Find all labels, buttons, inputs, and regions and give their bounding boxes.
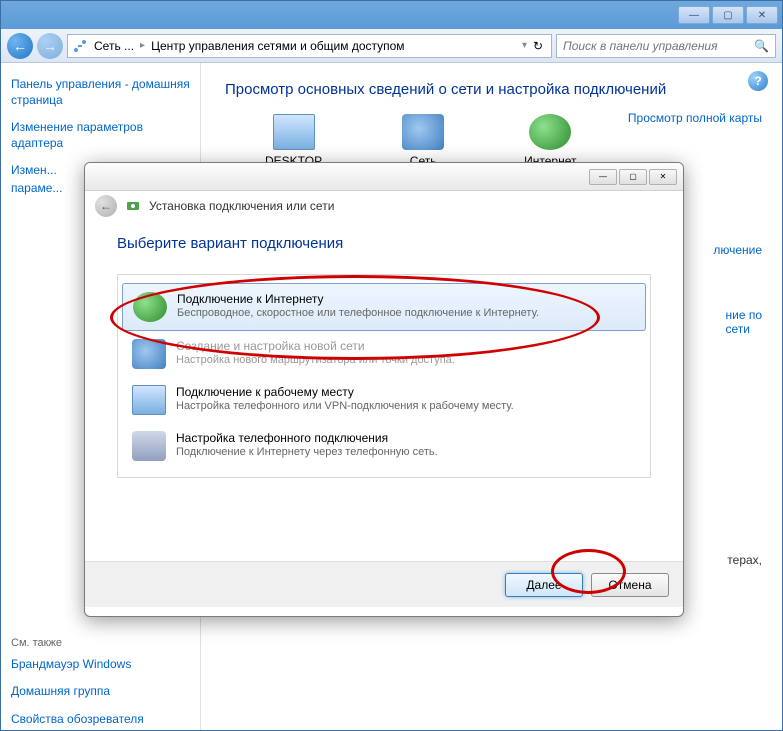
wizard-icon — [125, 198, 141, 214]
navigation-bar: ← → Сеть ... ▸ Центр управления сетями и… — [1, 29, 782, 63]
close-button[interactable]: ✕ — [746, 6, 778, 24]
dialog-maximize-button[interactable]: ▢ — [619, 169, 647, 185]
dropdown-icon[interactable]: ▾ — [522, 40, 527, 51]
wizard-header: ← Установка подключения или сети — [85, 191, 683, 221]
option-setup-network[interactable]: Создание и настройка новой сети Настройк… — [122, 331, 646, 377]
option-dialup[interactable]: Настройка телефонного подключения Подклю… — [122, 423, 646, 469]
minimize-button[interactable]: — — [678, 6, 710, 24]
option-title: Настройка телефонного подключения — [176, 431, 438, 445]
page-heading: Просмотр основных сведений о сети и наст… — [225, 81, 758, 98]
wizard-footer: Далее Отмена — [85, 561, 683, 607]
dialog-minimize-button[interactable]: — — [589, 169, 617, 185]
partial-text: лючение — [713, 243, 762, 257]
breadcrumb-item[interactable]: Сеть ... — [90, 37, 138, 55]
dialog-close-button[interactable]: ✕ — [649, 169, 677, 185]
wizard-body: Выберите вариант подключения Подключение… — [85, 221, 683, 561]
nav-forward-button[interactable]: → — [37, 33, 63, 59]
chevron-right-icon: ▸ — [140, 40, 145, 51]
help-icon[interactable]: ? — [748, 71, 768, 91]
refresh-icon[interactable]: ↻ — [529, 37, 547, 55]
monitor-icon — [273, 114, 315, 150]
wizard-title: Установка подключения или сети — [149, 199, 334, 213]
option-title: Подключение к Интернету — [177, 292, 539, 306]
network-node-internet[interactable]: Интернет — [524, 114, 576, 168]
router-icon — [132, 339, 166, 369]
option-title: Создание и настройка новой сети — [176, 339, 455, 353]
wizard-heading: Выберите вариант подключения — [117, 235, 651, 252]
options-list: Подключение к Интернету Беспроводное, ск… — [117, 274, 651, 478]
breadcrumb-item[interactable]: Центр управления сетями и общим доступом — [147, 37, 409, 55]
globe-icon — [133, 292, 167, 322]
sidebar-link-adapter[interactable]: Изменение параметров адаптера — [11, 120, 190, 151]
sidebar-link-home[interactable]: Панель управления - домашняя страница — [11, 77, 190, 108]
phone-icon — [132, 431, 166, 461]
network-icon — [402, 114, 444, 150]
connection-wizard-dialog: — ▢ ✕ ← Установка подключения или сети В… — [84, 162, 684, 617]
option-description: Настройка нового маршрутизатора или точк… — [176, 354, 455, 366]
option-connect-workplace[interactable]: Подключение к рабочему месту Настройка т… — [122, 377, 646, 423]
sidebar-link-browser-props[interactable]: Свойства обозревателя — [11, 712, 190, 728]
option-description: Настройка телефонного или VPN-подключени… — [176, 400, 514, 412]
network-node-desktop[interactable]: DESKTOP — [265, 114, 322, 168]
view-full-map-link[interactable]: Просмотр полной карты — [628, 111, 762, 125]
cancel-button[interactable]: Отмена — [591, 573, 669, 597]
breadcrumb[interactable]: Сеть ... ▸ Центр управления сетями и общ… — [67, 34, 552, 58]
partial-text: терах, — [727, 553, 762, 567]
option-title: Подключение к рабочему месту — [176, 385, 514, 399]
partial-text: ние посети — [725, 308, 762, 336]
search-box[interactable]: 🔍 — [556, 34, 776, 58]
nav-back-button[interactable]: ← — [7, 33, 33, 59]
dialog-titlebar: — ▢ ✕ — [85, 163, 683, 191]
next-button[interactable]: Далее — [505, 573, 583, 597]
network-node-network[interactable]: Сеть — [402, 114, 444, 168]
option-description: Беспроводное, скоростное или телефонное … — [177, 307, 539, 319]
window-titlebar: — ▢ ✕ — [1, 1, 782, 29]
see-also-label: См. также — [11, 637, 190, 649]
search-input[interactable] — [563, 39, 754, 53]
search-icon: 🔍 — [754, 39, 769, 53]
sidebar-link-firewall[interactable]: Брандмауэр Windows — [11, 657, 190, 673]
sidebar-link-homegroup[interactable]: Домашняя группа — [11, 684, 190, 700]
globe-icon — [529, 114, 571, 150]
network-icon — [72, 38, 88, 54]
maximize-button[interactable]: ▢ — [712, 6, 744, 24]
option-description: Подключение к Интернету через телефонную… — [176, 446, 438, 458]
option-connect-internet[interactable]: Подключение к Интернету Беспроводное, ск… — [122, 283, 646, 331]
workplace-icon — [132, 385, 166, 415]
wizard-back-button[interactable]: ← — [95, 195, 117, 217]
